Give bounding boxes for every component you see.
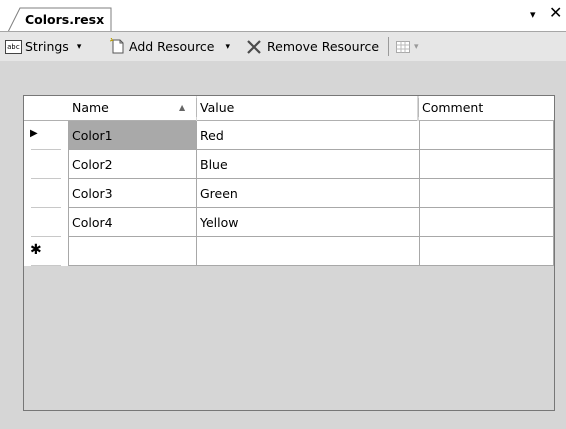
row-header[interactable]: [24, 208, 69, 237]
add-resource-icon: [110, 38, 124, 54]
cell-value[interactable]: Red: [197, 121, 420, 150]
add-resource-button[interactable]: Add Resource ▾: [110, 32, 230, 61]
row-header[interactable]: ▶: [24, 121, 69, 150]
cell-text: Color1: [72, 128, 113, 143]
tab-colors-resx[interactable]: Colors.resx: [8, 7, 112, 32]
grid-view-icon: [396, 40, 410, 53]
cell-name[interactable]: Color1: [69, 121, 197, 150]
cell-comment[interactable]: [420, 237, 554, 266]
column-header-name[interactable]: Name ▲: [69, 96, 196, 121]
editor-area: Name ▲ Value Comment ▶ Color1 Red Color2…: [0, 61, 566, 429]
cell-text: Green: [200, 186, 238, 201]
cell-name[interactable]: Color2: [69, 150, 197, 179]
strings-dropdown-icon[interactable]: ▾: [77, 42, 82, 52]
cell-comment[interactable]: [420, 121, 554, 150]
cell-text: Color3: [72, 186, 113, 201]
cell-text: Color4: [72, 215, 113, 230]
add-resource-dropdown-icon[interactable]: ▾: [226, 42, 231, 52]
toolbar: abc Strings ▾ Add Resource ▾ Remove Reso…: [0, 32, 566, 61]
new-row-icon: ✱: [30, 242, 42, 258]
resource-grid: Name ▲ Value Comment ▶ Color1 Red Color2…: [23, 95, 555, 411]
cell-value[interactable]: Blue: [197, 150, 420, 179]
strings-icon: abc: [5, 39, 22, 54]
column-header-value[interactable]: Value: [197, 96, 417, 121]
cell-value[interactable]: Yellow: [197, 208, 420, 237]
cell-text: Color2: [72, 157, 113, 172]
row-header-corner: [24, 96, 69, 121]
strings-label: Strings: [25, 39, 69, 54]
remove-resource-label: Remove Resource: [267, 39, 380, 54]
tab-title: Colors.resx: [25, 12, 105, 27]
cell-text: Yellow: [200, 215, 239, 230]
cell-name[interactable]: Color3: [69, 179, 197, 208]
cell-text: Red: [200, 128, 224, 143]
cell-name[interactable]: [69, 237, 197, 266]
tab-dropdown-icon[interactable]: ▾: [530, 8, 536, 21]
sort-ascending-icon: ▲: [179, 103, 186, 112]
current-row-icon: ▶: [30, 128, 38, 139]
views-dropdown-icon[interactable]: ▾: [414, 42, 419, 52]
views-button[interactable]: ▾: [396, 32, 419, 61]
column-header-label: Comment: [422, 100, 484, 115]
cell-text: Blue: [200, 157, 228, 172]
row-header[interactable]: ✱: [24, 237, 69, 266]
cell-comment[interactable]: [420, 179, 554, 208]
cell-comment[interactable]: [420, 150, 554, 179]
row-header[interactable]: [24, 150, 69, 179]
remove-icon: [247, 39, 261, 54]
close-icon[interactable]: ✕: [549, 5, 562, 21]
column-header-label: Name: [72, 100, 109, 115]
row-header[interactable]: [24, 179, 69, 208]
tab-strip: Colors.resx ▾ ✕: [0, 0, 566, 32]
cell-name[interactable]: Color4: [69, 208, 197, 237]
toolbar-separator: [388, 37, 389, 56]
column-header-label: Value: [200, 100, 235, 115]
cell-value[interactable]: [197, 237, 420, 266]
remove-resource-button[interactable]: Remove Resource: [246, 32, 379, 61]
column-header-comment[interactable]: Comment: [419, 96, 554, 121]
cell-comment[interactable]: [420, 208, 554, 237]
cell-value[interactable]: Green: [197, 179, 420, 208]
strings-button[interactable]: abc Strings ▾: [5, 32, 81, 61]
add-resource-label: Add Resource: [129, 39, 215, 54]
